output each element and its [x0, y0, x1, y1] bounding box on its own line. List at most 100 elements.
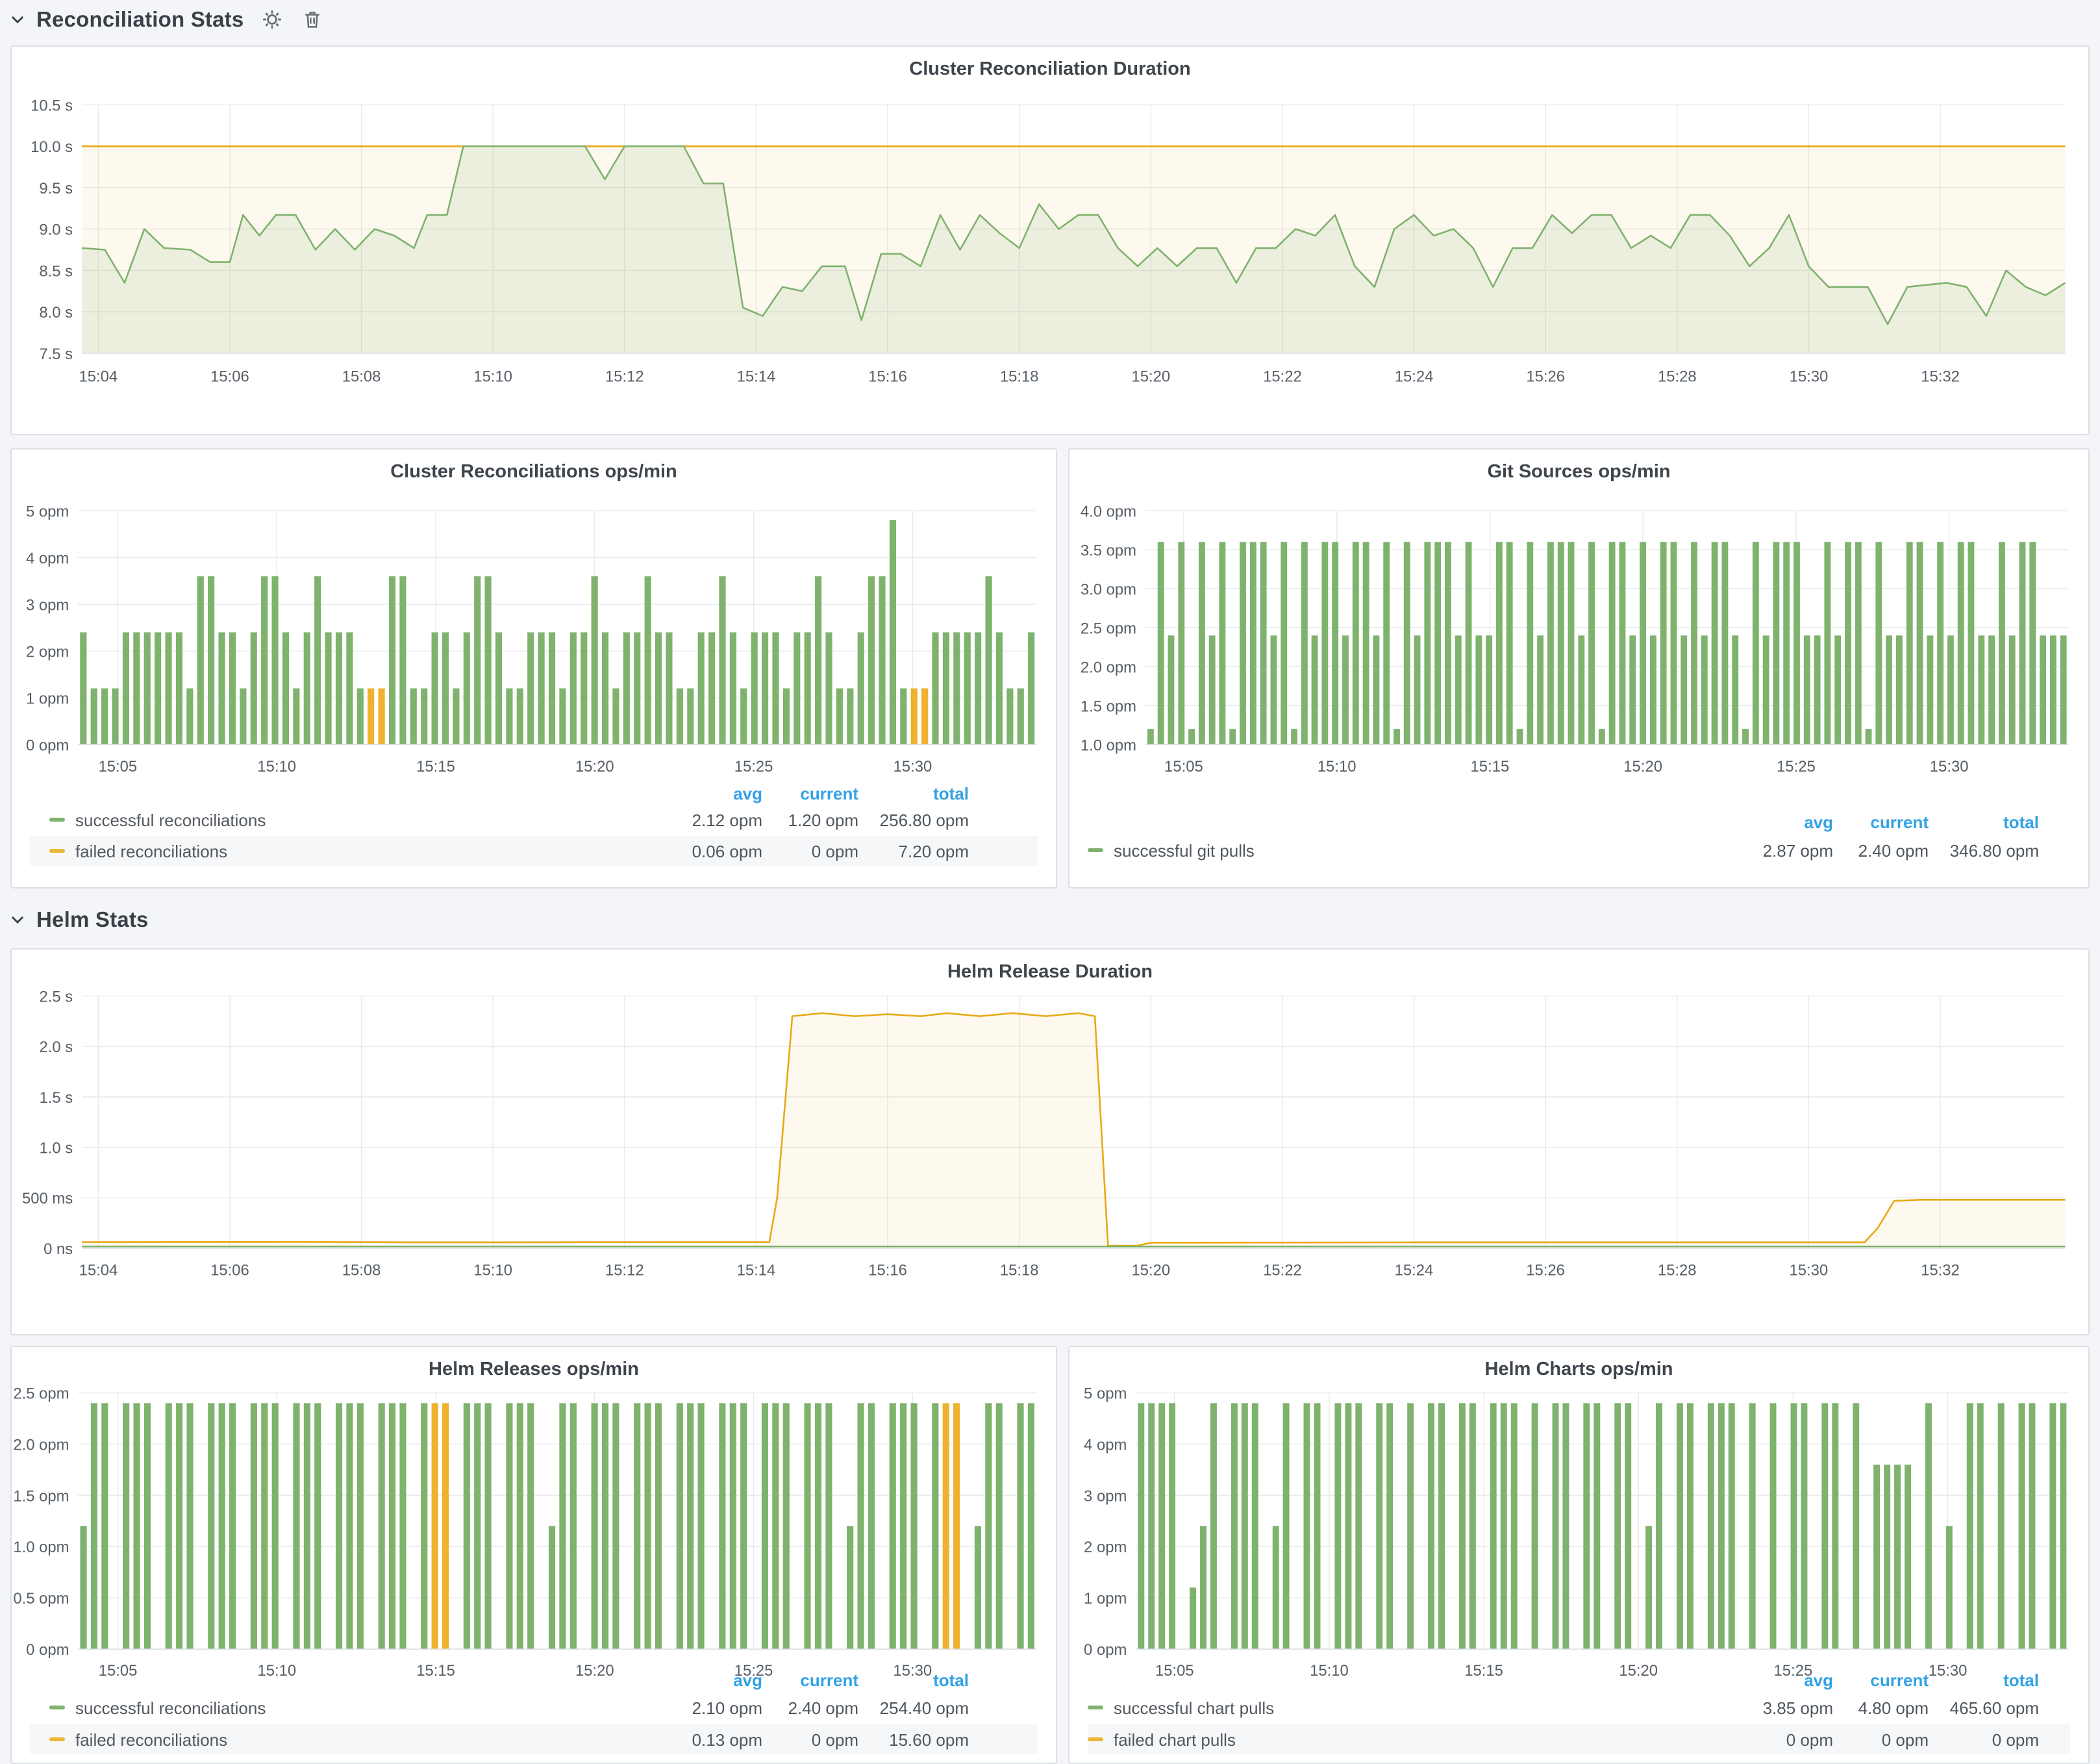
legend-value-current: 2.40 opm [1858, 841, 1929, 861]
legend-header-current[interactable]: current [1870, 1670, 1929, 1691]
legend-header-total[interactable]: total [2003, 813, 2039, 833]
svg-text:3 opm: 3 opm [26, 596, 69, 614]
svg-text:15:28: 15:28 [1658, 368, 1697, 386]
svg-text:1.5 opm: 1.5 opm [13, 1487, 69, 1505]
panel-cluster-reconciliation-duration: Cluster Reconciliation Duration 10.5 s10… [10, 45, 2090, 435]
legend-row: successful chart pulls 3.85 opm 4.80 opm 46… [1088, 1693, 2070, 1722]
svg-text:8.5 s: 8.5 s [39, 262, 73, 280]
svg-text:4 opm: 4 opm [1084, 1436, 1127, 1454]
svg-text:15:20: 15:20 [575, 758, 614, 775]
svg-text:15:16: 15:16 [868, 368, 907, 386]
svg-text:15:04: 15:04 [79, 1262, 118, 1279]
svg-text:4.0 opm: 4.0 opm [1081, 503, 1136, 520]
legend-series-name[interactable]: successful git pulls [1114, 841, 1255, 861]
legend-row: successful reconciliations 2.12 opm 1.20 o… [30, 805, 1038, 835]
svg-text:15:32: 15:32 [1921, 368, 1960, 386]
svg-text:15:05: 15:05 [99, 1662, 138, 1680]
svg-text:1.0 opm: 1.0 opm [13, 1539, 69, 1556]
svg-text:15:26: 15:26 [1526, 1262, 1565, 1279]
svg-text:15:20: 15:20 [1131, 368, 1170, 386]
legend-series-name[interactable]: failed reconciliations [75, 1730, 227, 1750]
svg-text:2.0 s: 2.0 s [39, 1039, 73, 1056]
svg-text:2 opm: 2 opm [26, 643, 69, 661]
legend-header-avg[interactable]: avg [733, 784, 762, 804]
cluster-reconciliation-duration-chart[interactable]: 10.5 s10.0 s9.5 s9.0 s8.5 s8.0 s7.5 s15:… [12, 47, 2088, 434]
svg-text:8.0 s: 8.0 s [39, 304, 73, 321]
panel-helm-release-duration: Helm Release Duration 2.5 s2.0 s1.5 s1.0… [10, 948, 2090, 1335]
legend-value-current: 4.80 opm [1858, 1698, 1929, 1719]
svg-text:0 opm: 0 opm [26, 1641, 69, 1659]
svg-text:1 opm: 1 opm [1084, 1590, 1127, 1607]
legend-series-name[interactable]: successful reconciliations [75, 1698, 266, 1719]
legend-header-total[interactable]: total [933, 784, 969, 804]
legend-value-total: 256.80 opm [880, 811, 969, 831]
legend-series-name[interactable]: failed reconciliations [75, 842, 227, 862]
git-sources-opm-chart[interactable]: 4.0 opm3.5 opm3.0 opm2.5 opm2.0 opm1.5 o… [1069, 449, 2088, 887]
svg-text:15:30: 15:30 [1930, 758, 1969, 775]
legend-value-avg: 3.85 opm [1763, 1698, 1833, 1719]
series-color-dash-icon [49, 1706, 65, 1709]
gear-icon[interactable] [260, 8, 284, 31]
svg-text:15:15: 15:15 [416, 758, 455, 775]
svg-text:15:16: 15:16 [868, 1262, 907, 1279]
legend-value-total: 465.60 opm [1950, 1698, 2039, 1719]
svg-text:15:30: 15:30 [1929, 1662, 1968, 1680]
legend-value-avg: 0.06 opm [692, 842, 762, 862]
legend-header-total[interactable]: total [933, 1670, 969, 1691]
legend-value-total: 7.20 opm [899, 842, 969, 862]
svg-text:15:15: 15:15 [1471, 758, 1510, 775]
legend-header-avg[interactable]: avg [733, 1670, 762, 1691]
legend-value-current: 0 opm [812, 842, 858, 862]
svg-text:15:05: 15:05 [1155, 1662, 1194, 1680]
svg-text:15:12: 15:12 [605, 1262, 644, 1279]
legend-header-current[interactable]: current [800, 1670, 858, 1691]
svg-text:15:10: 15:10 [473, 1262, 512, 1279]
chevron-down-icon[interactable] [9, 911, 26, 928]
svg-text:15:10: 15:10 [257, 758, 296, 775]
legend-row: failed reconciliations0.13 opm0 opm15.60… [30, 1724, 1038, 1754]
svg-text:1.5 s: 1.5 s [39, 1089, 73, 1107]
svg-text:15:24: 15:24 [1395, 368, 1434, 386]
legend-value-current: 1.20 opm [788, 811, 858, 831]
legend-value-total: 254.40 opm [880, 1698, 969, 1719]
legend-series-name[interactable]: successful reconciliations [75, 811, 266, 831]
svg-text:15:05: 15:05 [99, 758, 138, 775]
series-color-dash-icon [1088, 1737, 1103, 1741]
chevron-down-icon[interactable] [9, 11, 26, 28]
section-title[interactable]: Reconciliation Stats [36, 7, 244, 32]
svg-text:9.0 s: 9.0 s [39, 221, 73, 239]
svg-text:15:20: 15:20 [575, 1662, 614, 1680]
legend-header-avg[interactable]: avg [1804, 1670, 1833, 1691]
svg-text:15:30: 15:30 [894, 758, 932, 775]
svg-text:15:30: 15:30 [893, 1662, 932, 1680]
legend-header-total[interactable]: total [2003, 1670, 2039, 1691]
svg-text:500 ms: 500 ms [22, 1190, 73, 1207]
legend-value-avg: 0 opm [1786, 1730, 1833, 1750]
legend-header-avg[interactable]: avg [1804, 813, 1833, 833]
legend-series-name[interactable]: failed chart pulls [1114, 1730, 1236, 1750]
helm-release-duration-chart[interactable]: 2.5 s2.0 s1.5 s1.0 s500 ms0 ns15:0415:06… [12, 950, 2088, 1334]
svg-text:2.0 opm: 2.0 opm [13, 1436, 69, 1454]
section-header-reconciliation-stats: Reconciliation Stats [9, 4, 324, 35]
series-color-dash-icon [49, 818, 65, 822]
legend-header-current[interactable]: current [800, 784, 858, 804]
svg-text:1.0 opm: 1.0 opm [1081, 737, 1136, 754]
svg-text:15:08: 15:08 [342, 1262, 381, 1279]
svg-text:15:26: 15:26 [1526, 368, 1565, 386]
svg-text:15:24: 15:24 [1395, 1262, 1434, 1279]
svg-text:15:32: 15:32 [1921, 1262, 1960, 1279]
trash-icon[interactable] [301, 8, 324, 31]
legend-series-name[interactable]: successful chart pulls [1114, 1698, 1274, 1719]
svg-text:3.0 opm: 3.0 opm [1081, 581, 1136, 598]
legend-value-avg: 0.13 opm [692, 1730, 762, 1750]
legend-row: successful reconciliations2.10 opm2.40 o… [30, 1693, 1038, 1722]
legend-value-total: 346.80 opm [1950, 841, 2039, 861]
legend-value-current: 0 opm [1882, 1730, 1929, 1750]
svg-text:15:20: 15:20 [1623, 758, 1662, 775]
svg-text:1 opm: 1 opm [26, 690, 69, 707]
svg-text:10.5 s: 10.5 s [31, 97, 73, 114]
legend-value-avg: 2.12 opm [692, 811, 762, 831]
legend-value-total: 15.60 opm [889, 1730, 969, 1750]
legend-header-current[interactable]: current [1870, 813, 1929, 833]
section-title[interactable]: Helm Stats [36, 907, 149, 932]
